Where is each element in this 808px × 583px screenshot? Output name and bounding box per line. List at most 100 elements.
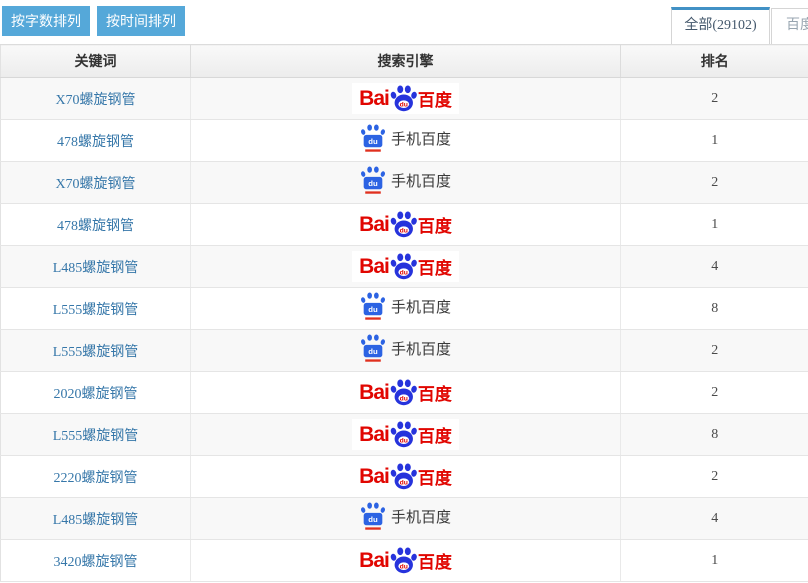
svg-text:du: du xyxy=(399,270,407,277)
baidu-logo-cn-text: 百度 xyxy=(418,212,452,237)
baidu-mobile-label: 手机百度 xyxy=(391,506,451,527)
keyword-link[interactable]: 2220螺旋钢管 xyxy=(54,471,138,486)
baidu-logo-cn-text: 百度 xyxy=(418,380,452,405)
header-search-engine: 搜索引擎 xyxy=(191,45,621,78)
baidu-logo-bai-text: Bai xyxy=(359,381,389,405)
rank-value: 1 xyxy=(621,204,808,246)
table-row: L485螺旋钢管 Bai du 百度 4 xyxy=(1,246,808,288)
baidu-mobile-logo: du 手机百度 xyxy=(360,124,451,153)
engine-cell: Bai du 百度 xyxy=(191,204,621,246)
sort-by-time-button[interactable]: 按时间排列 xyxy=(97,6,185,36)
baidu-mobile-paw-icon: du xyxy=(360,124,386,153)
svg-text:du: du xyxy=(399,480,407,487)
engine-cell: Bai du 百度 xyxy=(191,456,621,498)
engine-cell: Bai du 百度 xyxy=(191,540,621,582)
svg-text:du: du xyxy=(368,305,378,314)
engine-cell: Bai du 百度 xyxy=(191,372,621,414)
table-row: X70螺旋钢管 du 手机百度 2 xyxy=(1,162,808,204)
keyword-link[interactable]: X70螺旋钢管 xyxy=(55,177,135,192)
baidu-pc-logo: Bai du 百度 xyxy=(352,419,459,450)
rank-value: 2 xyxy=(621,456,808,498)
baidu-logo-cn-text: 百度 xyxy=(418,548,452,573)
svg-text:du: du xyxy=(399,564,407,571)
baidu-mobile-paw-icon: du xyxy=(360,334,386,363)
tab-all[interactable]: 全部(29102) xyxy=(671,7,770,44)
top-toolbar: 按字数排列 按时间排列 全部(29102) 百度 xyxy=(0,0,808,44)
baidu-mobile-logo: du 手机百度 xyxy=(360,292,451,321)
table-row: L555螺旋钢管 Bai du 百度 8 xyxy=(1,414,808,456)
baidu-pc-logo: Bai du 百度 xyxy=(352,251,459,282)
baidu-mobile-logo: du 手机百度 xyxy=(360,502,451,531)
engine-cell: Bai du 百度 xyxy=(191,414,621,456)
svg-text:du: du xyxy=(368,515,378,524)
baidu-mobile-paw-icon: du xyxy=(360,166,386,195)
svg-text:du: du xyxy=(399,102,407,109)
keyword-link[interactable]: 2020螺旋钢管 xyxy=(54,387,138,402)
svg-text:du: du xyxy=(368,179,378,188)
table-row: 3420螺旋钢管 Bai du 百度 1 xyxy=(1,540,808,582)
svg-text:du: du xyxy=(399,438,407,445)
engine-cell: Bai du 百度 xyxy=(191,78,621,120)
baidu-mobile-paw-icon: du xyxy=(360,292,386,321)
keyword-ranking-table: 关键词 搜索引擎 排名 X70螺旋钢管 Bai du 百度 2 478螺旋钢管 xyxy=(0,44,808,582)
baidu-mobile-logo: du 手机百度 xyxy=(360,334,451,363)
table-row: 2220螺旋钢管 Bai du 百度 2 xyxy=(1,456,808,498)
table-row: 2020螺旋钢管 Bai du 百度 2 xyxy=(1,372,808,414)
table-row: X70螺旋钢管 Bai du 百度 2 xyxy=(1,78,808,120)
baidu-pc-logo: Bai du 百度 xyxy=(352,83,459,114)
baidu-paw-icon: du xyxy=(390,421,417,448)
table-row: 478螺旋钢管 Bai du 百度 1 xyxy=(1,204,808,246)
svg-text:du: du xyxy=(368,137,378,146)
tab-baidu[interactable]: 百度 xyxy=(771,8,808,44)
baidu-pc-logo: Bai du 百度 xyxy=(352,209,459,240)
svg-text:du: du xyxy=(399,396,407,403)
rank-value: 4 xyxy=(621,246,808,288)
baidu-mobile-label: 手机百度 xyxy=(391,338,451,359)
baidu-logo-cn-text: 百度 xyxy=(418,464,452,489)
baidu-logo-bai-text: Bai xyxy=(359,465,389,489)
keyword-link[interactable]: L555螺旋钢管 xyxy=(53,303,139,318)
baidu-mobile-label: 手机百度 xyxy=(391,170,451,191)
svg-text:du: du xyxy=(399,228,407,235)
baidu-pc-logo: Bai du 百度 xyxy=(352,461,459,492)
ranking-table-body: X70螺旋钢管 Bai du 百度 2 478螺旋钢管 du xyxy=(1,78,808,582)
sort-by-wordcount-button[interactable]: 按字数排列 xyxy=(2,6,90,36)
table-row: L485螺旋钢管 du 手机百度 4 xyxy=(1,498,808,540)
rank-value: 2 xyxy=(621,330,808,372)
rank-value: 2 xyxy=(621,372,808,414)
keyword-link[interactable]: 3420螺旋钢管 xyxy=(54,555,138,570)
engine-cell: Bai du 百度 xyxy=(191,246,621,288)
baidu-logo-bai-text: Bai xyxy=(359,255,389,279)
baidu-logo-cn-text: 百度 xyxy=(418,422,452,447)
rank-value: 2 xyxy=(621,162,808,204)
table-header-row: 关键词 搜索引擎 排名 xyxy=(1,45,808,78)
engine-cell: du 手机百度 xyxy=(191,288,621,330)
keyword-link[interactable]: L485螺旋钢管 xyxy=(53,513,139,528)
table-row: L555螺旋钢管 du 手机百度 8 xyxy=(1,288,808,330)
baidu-logo-cn-text: 百度 xyxy=(418,254,452,279)
header-rank: 排名 xyxy=(621,45,808,78)
rank-value: 8 xyxy=(621,288,808,330)
table-row: L555螺旋钢管 du 手机百度 2 xyxy=(1,330,808,372)
keyword-link[interactable]: L555螺旋钢管 xyxy=(53,429,139,444)
baidu-mobile-label: 手机百度 xyxy=(391,296,451,317)
baidu-paw-icon: du xyxy=(390,379,417,406)
keyword-link[interactable]: 478螺旋钢管 xyxy=(57,135,134,150)
rank-value: 1 xyxy=(621,120,808,162)
baidu-logo-bai-text: Bai xyxy=(359,549,389,573)
rank-value: 2 xyxy=(621,78,808,120)
header-keyword: 关键词 xyxy=(1,45,191,78)
baidu-mobile-label: 手机百度 xyxy=(391,128,451,149)
rank-value: 4 xyxy=(621,498,808,540)
baidu-pc-logo: Bai du 百度 xyxy=(352,377,459,408)
baidu-paw-icon: du xyxy=(390,463,417,490)
keyword-link[interactable]: L485螺旋钢管 xyxy=(53,261,139,276)
keyword-link[interactable]: 478螺旋钢管 xyxy=(57,219,134,234)
baidu-mobile-logo: du 手机百度 xyxy=(360,166,451,195)
keyword-link[interactable]: X70螺旋钢管 xyxy=(55,93,135,108)
keyword-link[interactable]: L555螺旋钢管 xyxy=(53,345,139,360)
baidu-logo-bai-text: Bai xyxy=(359,423,389,447)
baidu-logo-bai-text: Bai xyxy=(359,213,389,237)
rank-value: 8 xyxy=(621,414,808,456)
rank-value: 1 xyxy=(621,540,808,582)
